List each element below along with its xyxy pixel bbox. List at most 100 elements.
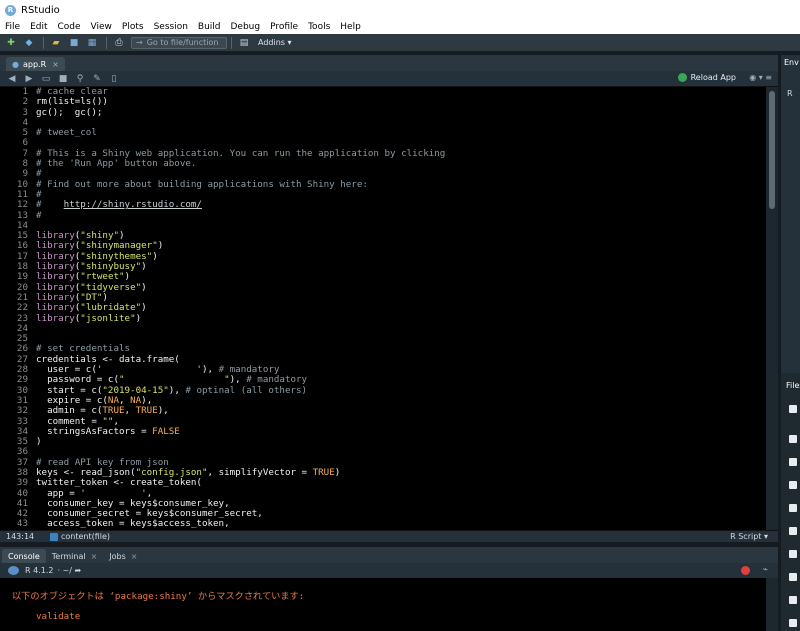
line-number: 2 (22, 96, 28, 108)
new-project-icon[interactable]: ◆ (21, 36, 37, 49)
code-token: TRUE (312, 466, 335, 478)
back-icon[interactable]: ◀ (6, 73, 18, 84)
code-token: ) (157, 240, 164, 252)
code-line[interactable]: 35) (0, 436, 766, 447)
close-icon[interactable]: × (131, 552, 138, 561)
code-line[interactable]: 12 # http://shiny.rstudio.com/ (0, 199, 766, 211)
line-number: 3 (22, 106, 28, 118)
source-editor-pane: ● app.R × ◀ ▶ ▭ ■ ⚲ ✎ ▯ Reload App ◉ ▾ ≡… (0, 55, 778, 542)
menu-build[interactable]: Build (193, 22, 226, 32)
code-line[interactable]: 5 # tweet_col (0, 127, 766, 139)
forward-icon[interactable]: ▶ (23, 73, 35, 84)
code-line[interactable]: 23 library("jsonlite") (0, 312, 766, 324)
code-token: ), (168, 384, 186, 396)
menu-code[interactable]: Code (53, 22, 86, 32)
menu-session[interactable]: Session (149, 22, 193, 32)
code-token: ) (334, 466, 341, 478)
search-icon: → (136, 38, 143, 47)
outline-icon[interactable]: ▯ (108, 73, 120, 84)
code-token: # the 'Run App' button above. (36, 158, 197, 170)
addins-button[interactable]: Addins ▾ (258, 38, 292, 47)
code-token: gc(); gc(); (36, 106, 103, 118)
close-icon[interactable]: × (91, 552, 98, 561)
menu-edit[interactable]: Edit (25, 22, 52, 32)
code-line[interactable]: 2 rm(list=ls()) (0, 96, 766, 108)
files-pane: Files (781, 377, 800, 631)
code-line[interactable]: 24 (0, 323, 766, 334)
main-toolbar: ✚ ◆ ▰ ■ ▦ ⎙ → Go to file/function ▤ Addin… (0, 34, 800, 52)
code-line[interactable]: 10 # Find out more about building applica… (0, 178, 766, 190)
find-icon[interactable]: ⚲ (74, 73, 86, 84)
code-line[interactable]: 20 library("tidyverse") (0, 282, 766, 293)
menu-profile[interactable]: Profile (265, 22, 303, 32)
menu-tools[interactable]: Tools (303, 22, 335, 32)
environment-pane: Env R (781, 55, 800, 373)
right-panes: Env R Files (778, 55, 800, 631)
line-number: 6 (22, 137, 28, 149)
code-token: ) (141, 302, 147, 314)
code-line[interactable]: 3 gc(); gc(); (0, 106, 766, 118)
file-checkbox[interactable] (789, 435, 797, 443)
file-checkbox[interactable] (789, 550, 797, 558)
tab-console[interactable]: Console (2, 549, 46, 563)
code-line[interactable]: 1 # cache clear (0, 87, 766, 97)
code-line[interactable]: 13 # (0, 210, 766, 221)
tab-files[interactable]: Files (786, 381, 800, 390)
reload-app-button[interactable]: Reload App (677, 73, 736, 82)
tab-app-r[interactable]: ● app.R × (6, 57, 65, 71)
console-output[interactable]: 以下のオブジェクトは ‘package:shiny’ からマスクされています: … (0, 578, 766, 631)
menu-file[interactable]: File (0, 22, 25, 32)
go-to-file-input[interactable]: → Go to file/function (131, 36, 227, 49)
code-token: http://shiny.rstudio.com/ (63, 199, 202, 211)
close-icon[interactable]: × (52, 60, 59, 69)
tab-environment[interactable]: Env (784, 58, 799, 67)
code-area[interactable]: 1 # cache clear 2 rm(list=ls()) 3 gc(); gc();… (0, 87, 766, 530)
publish-icon[interactable]: ◉ ▾ ≡ (749, 73, 772, 82)
code-tools-icon[interactable]: ✎ (91, 73, 103, 84)
line-number: 1 (22, 87, 28, 97)
code-token: ) (135, 312, 142, 324)
file-checkbox[interactable] (789, 481, 797, 489)
r-env-selector[interactable]: R (787, 89, 793, 98)
file-checkbox[interactable] (789, 458, 797, 466)
pane-layout-icon[interactable]: ▤ (236, 36, 252, 49)
console-value: validate (36, 611, 81, 622)
line-content: # the 'Run App' button above. (36, 158, 197, 170)
code-token: # optinal (all others) (185, 384, 308, 396)
menu-plots[interactable]: Plots (117, 22, 149, 32)
file-type-selector[interactable]: R Script ▾ (730, 532, 768, 541)
code-token: # tweet_col (36, 127, 97, 139)
menu-view[interactable]: View (86, 22, 117, 32)
file-checkbox[interactable] (789, 619, 797, 627)
file-checkbox[interactable] (789, 573, 797, 581)
print-icon[interactable]: ⎙ (111, 36, 127, 49)
new-file-icon[interactable]: ✚ (3, 36, 19, 49)
file-checkbox[interactable] (789, 504, 797, 512)
tab-jobs[interactable]: Jobs × (103, 549, 143, 563)
console-scrollbar[interactable] (766, 578, 778, 631)
code-token: # Find out more about building applicati… (36, 178, 368, 190)
file-checkbox[interactable] (789, 405, 797, 413)
scope-selector[interactable]: content(file) (50, 532, 110, 541)
menu-debug[interactable]: Debug (226, 22, 266, 32)
save-all-icon[interactable]: ▦ (84, 36, 100, 49)
file-checkbox[interactable] (789, 596, 797, 604)
code-line[interactable]: 4 (0, 117, 766, 128)
stop-icon[interactable] (741, 566, 750, 575)
menu-help[interactable]: Help (335, 22, 366, 32)
code-line[interactable]: 34 stringsAsFactors = FALSE (0, 426, 766, 437)
editor-scrollbar[interactable] (766, 87, 778, 530)
working-directory[interactable]: · ~/ ➦ (57, 566, 81, 575)
code-line[interactable]: 8 # the 'Run App' button above. (0, 158, 766, 170)
tab-terminal[interactable]: Terminal × (46, 549, 104, 563)
line-content: stringsAsFactors = FALSE (36, 426, 180, 437)
editor-statusbar: 143:14 content(file) R Script ▾ (0, 530, 778, 542)
file-checkbox[interactable] (789, 527, 797, 535)
line-content: gc(); gc(); (36, 106, 103, 118)
show-in-window-icon[interactable]: ▭ (40, 73, 52, 84)
save-icon[interactable]: ■ (57, 73, 69, 84)
console-header: R 4.1.2 · ~/ ➦ ⌁ (0, 563, 778, 578)
open-file-icon[interactable]: ▰ (48, 36, 64, 49)
clear-console-icon[interactable]: ⌁ (763, 565, 768, 575)
save-icon[interactable]: ■ (66, 36, 82, 49)
